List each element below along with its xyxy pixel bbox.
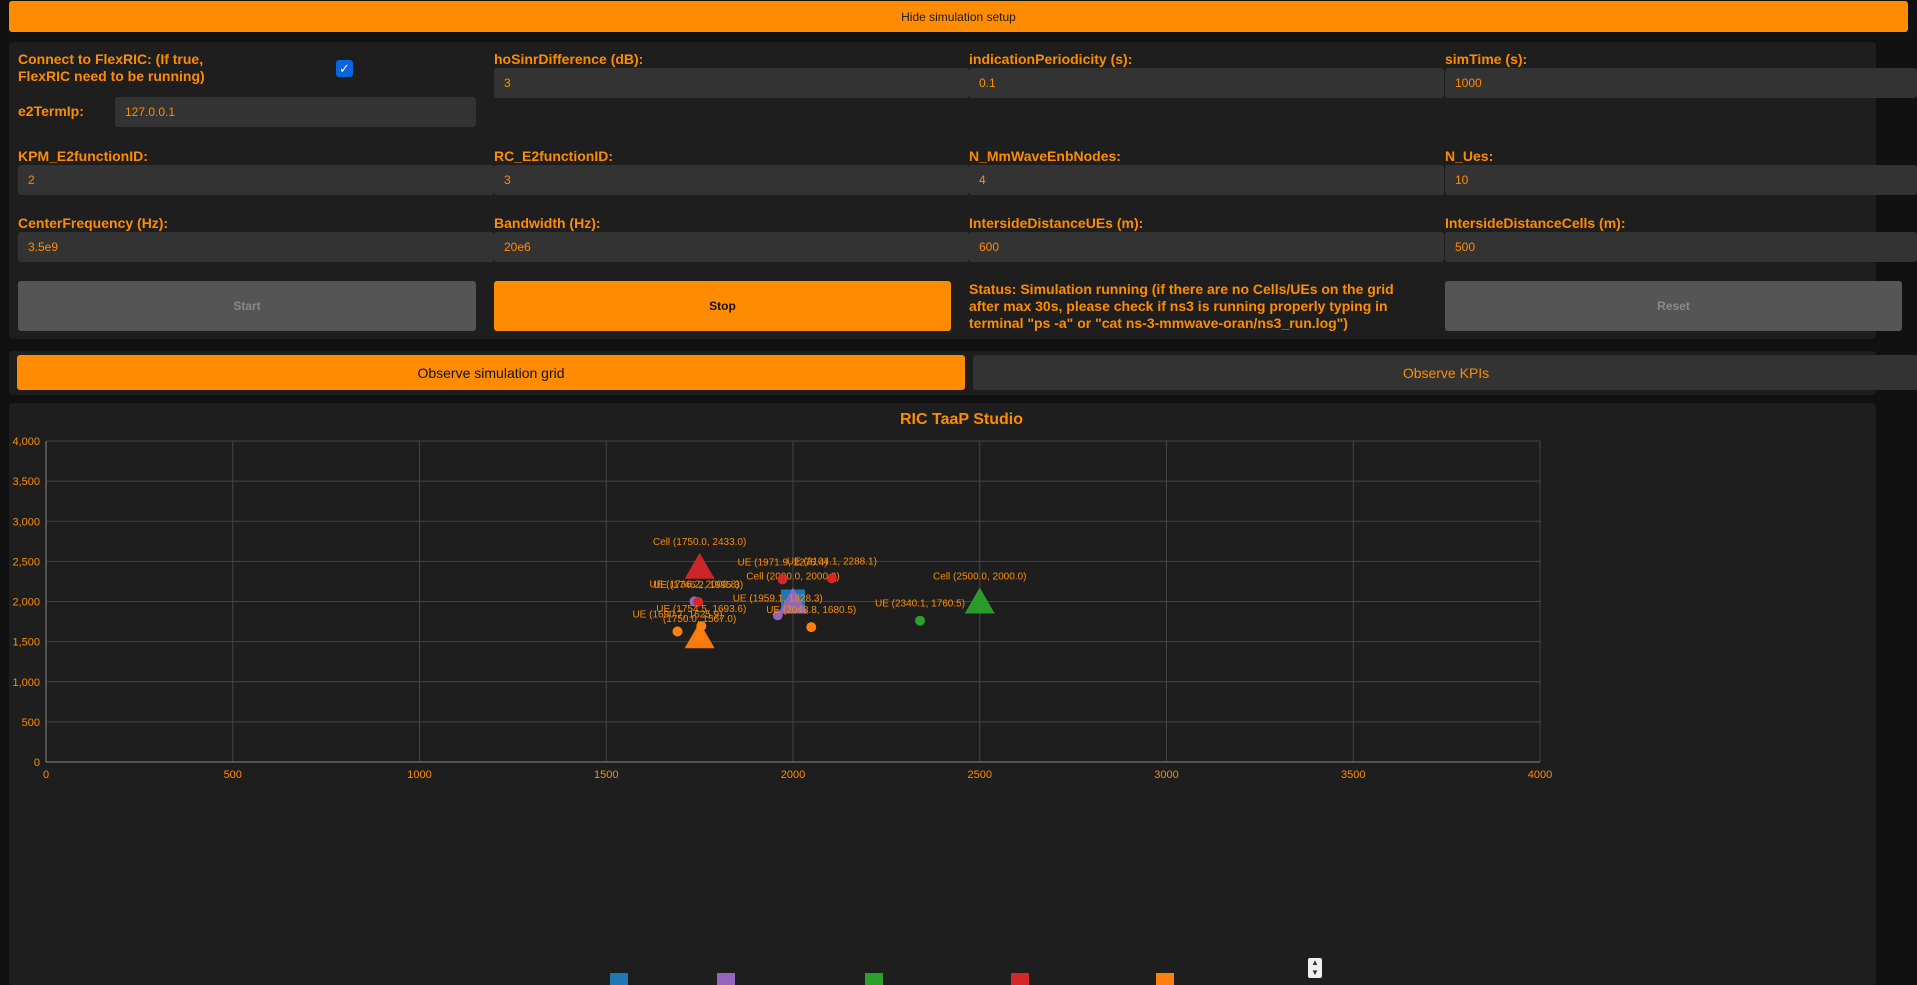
ho-sinr-input[interactable]: 3 (494, 68, 969, 98)
y-tick-label: 2,500 (12, 556, 40, 568)
tab-kpis[interactable]: Observe KPIs (973, 355, 1917, 390)
cell-marker (684, 552, 715, 579)
indication-periodicity-input[interactable]: 0.1 (969, 68, 1444, 98)
ue-label: UE (1959.1, 1828.3) (733, 593, 823, 604)
toggle-setup-button[interactable]: Hide simulation setup (9, 1, 1908, 32)
ue-label: UE (2340.1, 1760.5) (875, 599, 965, 610)
legend-swatch (1011, 973, 1029, 985)
ue-label: UE (1746.2, 1995.3) (653, 580, 743, 591)
y-tick-label: 3,000 (12, 516, 40, 528)
cell-marker (964, 587, 995, 614)
cell-label: Cell (2500.0, 2000.0) (933, 572, 1026, 583)
x-tick-label: 1000 (407, 769, 431, 781)
x-tick-label: 1500 (594, 769, 618, 781)
kpm-label: KPM_E2functionID: (18, 148, 148, 164)
y-tick-label: 500 (22, 717, 40, 729)
ho-sinr-label: hoSinrDifference (dB): (494, 51, 644, 67)
legend-swatch (1156, 973, 1174, 985)
connect-label-line1: Connect to FlexRIC: (If true, (18, 51, 204, 67)
reset-button[interactable]: Reset (1445, 281, 1902, 331)
x-tick-label: 3000 (1154, 769, 1178, 781)
n-enb-label: N_MmWaveEnbNodes: (969, 148, 1121, 164)
x-tick-label: 2000 (781, 769, 805, 781)
tab-simulation-grid[interactable]: Observe simulation grid (17, 355, 965, 390)
start-button[interactable]: Start (18, 281, 476, 331)
x-tick-label: 0 (43, 769, 49, 781)
x-tick-label: 3500 (1341, 769, 1365, 781)
center-frequency-input[interactable]: 3.5e9 (18, 232, 494, 262)
n-ues-input[interactable]: 10 (1445, 165, 1917, 195)
connect-label-line2: FlexRIC need to be running) (18, 68, 205, 84)
y-tick-label: 3,500 (12, 476, 40, 488)
rc-input[interactable]: 3 (494, 165, 969, 195)
sim-time-label: simTime (s): (1445, 51, 1528, 67)
cell-label: Cell (2000.0, 2000.0) (746, 572, 839, 583)
legend-swatch (610, 973, 628, 985)
isd-cells-input[interactable]: 500 (1445, 232, 1917, 262)
ue-marker (672, 626, 683, 637)
ue-marker (915, 615, 926, 626)
center-frequency-label: CenterFrequency (Hz): (18, 215, 169, 231)
y-tick-label: 1,500 (12, 637, 40, 649)
y-tick-label: 2,000 (12, 597, 40, 609)
x-tick-label: 2500 (968, 769, 992, 781)
scroll-spinner[interactable]: ▲ ▼ (1308, 958, 1322, 978)
ue-marker (777, 574, 788, 585)
x-tick-label: 4000 (1528, 769, 1552, 781)
stop-button[interactable]: Stop (494, 281, 951, 331)
ue-label: (1750.0, 1567.0) (663, 614, 736, 625)
x-tick-label: 500 (224, 769, 242, 781)
connect-flexric-label: Connect to FlexRIC: (If true, FlexRIC ne… (18, 51, 205, 85)
ue-marker (806, 622, 817, 633)
y-tick-label: 0 (34, 757, 40, 769)
isd-cells-label: IntersideDistanceCells (m): (1445, 215, 1626, 231)
scatter-chart: 0 500 1000 1500 2000 2500 3000 3500 4000 0 500 1,00… (12, 436, 1552, 985)
e2term-input[interactable]: 127.0.0.1 (115, 97, 476, 127)
n-ues-label: N_Ues: (1445, 148, 1494, 164)
y-tick-label: 4,000 (12, 436, 40, 448)
legend-swatch (865, 973, 883, 985)
n-enb-input[interactable]: 4 (969, 165, 1444, 195)
isd-ues-label: IntersideDistanceUEs (m): (969, 215, 1144, 231)
isd-ues-input[interactable]: 600 (969, 232, 1444, 262)
view-tabs: Observe simulation grid Observe KPIs (9, 351, 1917, 395)
chart-panel: RIC TaaP Studio 0 500 1000 1500 2000 2500 3000… (9, 403, 1876, 985)
connect-flexric-checkbox[interactable]: ✓ (336, 60, 353, 77)
legend-swatch (717, 973, 735, 985)
rc-label: RC_E2functionID: (494, 148, 613, 164)
ue-marker (694, 631, 705, 642)
indication-periodicity-label: indicationPeriodicity (s): (969, 51, 1133, 67)
e2term-label: e2TermIp: (18, 103, 84, 119)
kpm-input[interactable]: 2 (18, 165, 494, 195)
sim-time-input[interactable]: 1000 (1445, 68, 1917, 98)
cell-label: Cell (1750.0, 2433.0) (653, 537, 746, 548)
status-text: Status: Simulation running (if there are… (969, 281, 1394, 331)
y-tick-label: 1,000 (12, 677, 40, 689)
ue-label: UE (2104.1, 2288.1) (787, 556, 877, 567)
bandwidth-input[interactable]: 20e6 (494, 232, 969, 262)
ue-marker (826, 573, 837, 584)
ue-label: UE (2048.8, 1680.5) (766, 605, 856, 616)
bandwidth-label: Bandwidth (Hz): (494, 215, 601, 231)
